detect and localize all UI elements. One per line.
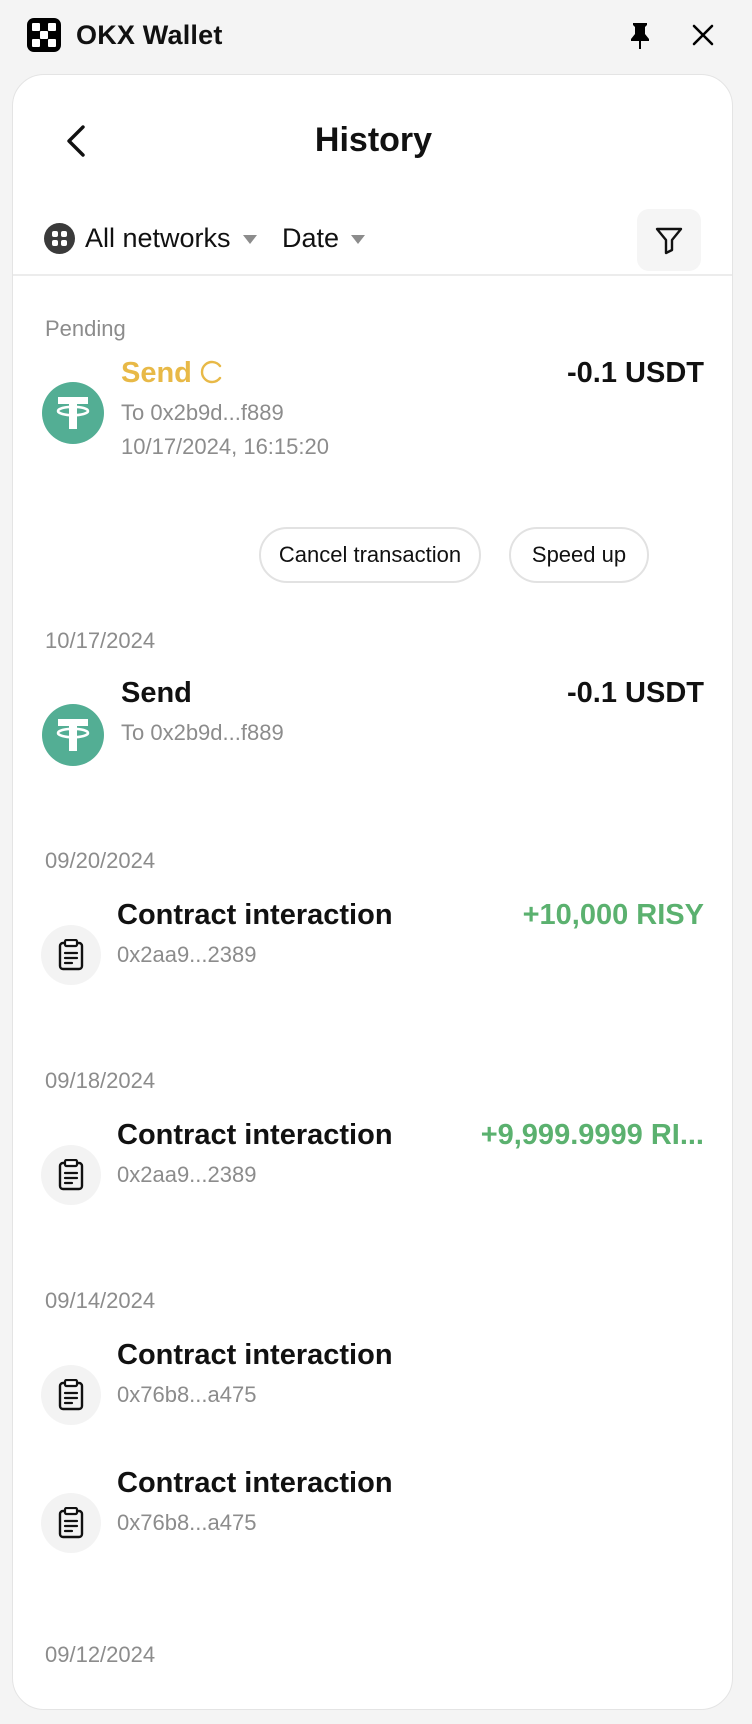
clipboard-icon [58,939,84,971]
tx-address: 0x76b8...a475 [117,1382,257,1407]
tx-title: Send [121,357,192,389]
tx-address: 0x2aa9...2389 [117,942,257,967]
tx-title: Contract interaction [117,1339,393,1371]
clipboard-icon [58,1507,84,1539]
tx-title: Contract interaction [117,1467,393,1499]
usdt-icon [42,704,104,766]
tx-recipient: To 0x2b9d...f889 [121,720,284,745]
clipboard-icon [58,1379,84,1411]
tx-timestamp: 10/17/2024, 16:15:20 [121,434,329,459]
tx-amount: +10,000 RISY [522,899,704,931]
contract-icon-wrap [41,1493,101,1553]
app-title: OKX Wallet [76,20,223,50]
pin-icon[interactable] [626,20,654,50]
contract-icon-wrap [41,925,101,985]
history-panel: History All networks Date Pending Send T… [12,74,733,1710]
section-label-date: 09/12/2024 [45,1642,156,1667]
tx-address: 0x2aa9...2389 [117,1162,257,1187]
filter-button[interactable] [637,209,701,271]
date-filter-dropdown[interactable]: Date [282,217,366,259]
tx-recipient: To 0x2b9d...f889 [121,400,284,425]
tx-title: Send [121,677,192,709]
close-icon[interactable] [690,22,716,48]
clipboard-icon [58,1159,84,1191]
usdt-icon [42,382,104,444]
speed-up-button[interactable]: Speed up [509,527,649,583]
chevron-down-icon [351,234,366,244]
section-label-date: 09/14/2024 [45,1288,156,1313]
contract-icon-wrap [41,1365,101,1425]
tx-amount: -0.1 USDT [567,677,704,709]
tx-address: 0x76b8...a475 [117,1510,257,1535]
divider [13,274,732,276]
all-networks-icon [44,222,75,254]
cancel-transaction-button[interactable]: Cancel transaction [259,527,481,583]
date-filter-label: Date [282,223,340,253]
tx-title: Contract interaction [117,1119,393,1151]
filter-bar: All networks Date [13,201,732,275]
funnel-icon [655,227,683,255]
tx-amount: -0.1 USDT [567,357,704,389]
section-label-date: 10/17/2024 [45,628,156,653]
tx-title: Contract interaction [117,899,393,931]
section-label-pending: Pending [45,316,126,341]
network-filter-label: All networks [85,223,231,253]
section-label-date: 09/20/2024 [45,848,156,873]
pending-spinner-icon [200,360,222,384]
section-label-date: 09/18/2024 [45,1068,156,1093]
chevron-down-icon [242,234,257,244]
tx-amount: +9,999.9999 RI... [480,1119,704,1151]
contract-icon-wrap [41,1145,101,1205]
network-filter-dropdown[interactable]: All networks [44,217,257,259]
okx-logo-icon [27,18,61,52]
window-titlebar: OKX Wallet [0,0,752,68]
page-title: History [314,121,433,159]
